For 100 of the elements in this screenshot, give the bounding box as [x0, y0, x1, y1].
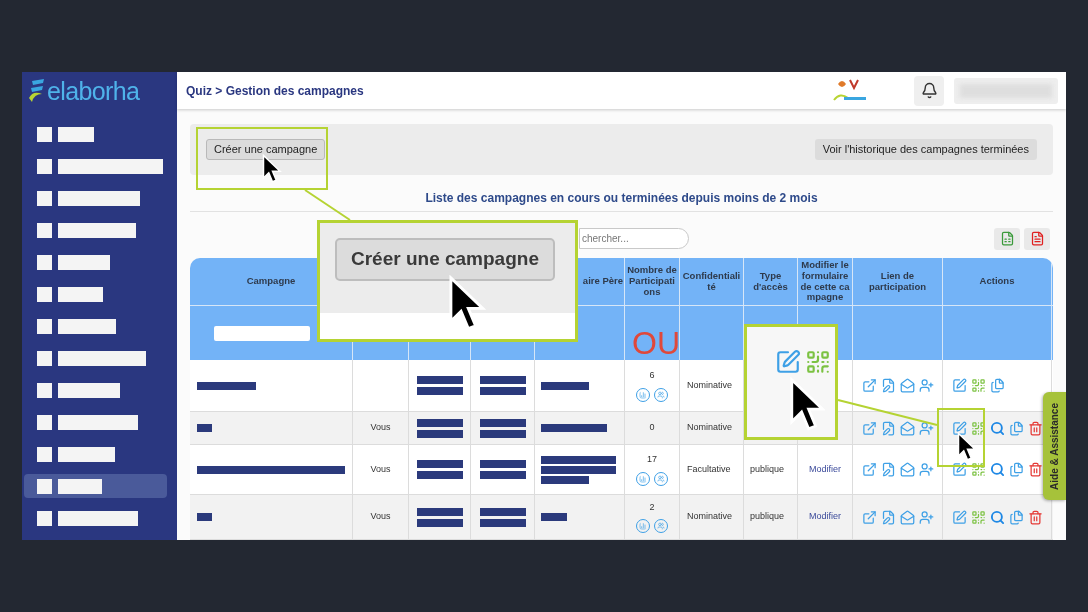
redacted-text [416, 460, 463, 468]
table-cell-text: Nominative [687, 378, 733, 392]
redacted-text [197, 513, 212, 521]
redacted-text [479, 376, 526, 384]
column-header[interactable]: Nombre de Participati ons [627, 265, 677, 298]
bell-icon [920, 82, 938, 99]
add-user-icon[interactable] [918, 378, 934, 393]
qr-code-icon[interactable] [971, 420, 986, 436]
redacted-text [541, 513, 567, 521]
sidebar-item[interactable] [24, 474, 167, 498]
redacted-text [479, 418, 526, 427]
column-header[interactable]: Modifier le formulaire de cette ca mpagne [800, 259, 850, 304]
redacted-text [197, 424, 212, 432]
help-tab[interactable]: Aide & Assistance [1043, 392, 1066, 500]
redacted-text [416, 387, 463, 395]
redacted-text [479, 507, 526, 516]
edit-icon [775, 349, 801, 375]
qr-code-icon[interactable] [971, 462, 986, 477]
search-icon[interactable] [990, 509, 1005, 525]
column-header[interactable]: aire Père [582, 276, 623, 287]
qr-code-icon[interactable] [971, 378, 986, 393]
logo-icon [28, 78, 46, 104]
redacted-text [541, 381, 589, 390]
history-button[interactable]: Voir l'historique des campagnes terminées [814, 139, 1037, 160]
cursor-icon [789, 377, 826, 433]
redacted-text [479, 518, 526, 527]
table-cell: Nominative [687, 510, 733, 524]
table-cell: Nominative [687, 421, 733, 435]
add-user-icon[interactable] [918, 509, 934, 525]
external-link-icon[interactable] [861, 462, 877, 477]
table-cell: Vous [370, 421, 391, 435]
table-cell: Vous [370, 510, 391, 524]
edit-icon[interactable] [952, 462, 967, 477]
external-link-icon[interactable] [861, 378, 877, 393]
copy-icon[interactable] [990, 378, 1005, 393]
copy-icon[interactable] [1009, 462, 1024, 477]
redacted-text [479, 471, 526, 479]
table-cell-text: Vous [370, 462, 391, 476]
file-edit-icon[interactable] [880, 420, 896, 436]
delete-icon[interactable] [1028, 420, 1043, 436]
edit-icon[interactable] [952, 420, 967, 436]
breadcrumb: Quiz > Gestion des campagnes [186, 82, 364, 100]
table-cell: publique [750, 510, 785, 524]
copy-icon[interactable] [1009, 420, 1024, 436]
mail-icon[interactable] [899, 378, 915, 393]
redacted-text [479, 387, 526, 395]
excel-export-button[interactable] [994, 227, 1020, 250]
table-cell-text: Facultative [687, 462, 731, 476]
filter-field[interactable] [214, 325, 310, 341]
file-edit-icon[interactable] [880, 509, 896, 525]
modify-link[interactable]: Modifier [809, 462, 841, 477]
pdf-icon [1029, 231, 1045, 246]
qr-code-icon[interactable] [971, 509, 986, 525]
external-link-icon[interactable] [861, 420, 877, 436]
participant-count: 2 [649, 500, 655, 514]
mail-icon[interactable] [899, 420, 915, 436]
redacted-text [416, 429, 463, 438]
column-header[interactable]: Type d'accès [746, 270, 795, 293]
participant-count: 6 [649, 369, 655, 383]
participant-count: 17 [647, 453, 657, 467]
redacted-text [416, 507, 463, 516]
redacted-text [197, 381, 256, 390]
logo-text: elaborha [47, 78, 140, 104]
notification-button[interactable] [914, 75, 944, 106]
edit-icon[interactable] [952, 509, 967, 525]
participant-count: 0 [649, 421, 655, 435]
file-edit-icon[interactable] [880, 462, 896, 477]
mail-icon[interactable] [899, 462, 915, 477]
list-title: Liste des campagnes en cours ou terminées depuis moins de 2 mois [425, 190, 818, 207]
modify-link[interactable]: Modifier [809, 510, 841, 524]
redacted-text [416, 376, 463, 384]
cursor-icon [262, 154, 282, 184]
create-campaign-button[interactable]: Créer une campagne [206, 139, 326, 160]
redacted-text [416, 518, 463, 527]
pdf-export-button[interactable] [1024, 227, 1050, 250]
search-icon[interactable] [990, 420, 1005, 436]
redacted-text [541, 424, 607, 432]
annotation-text: OU [632, 327, 680, 359]
qr-code-icon [805, 349, 831, 375]
search-field[interactable]: chercher... [579, 228, 689, 249]
table-cell-text: publique [750, 462, 785, 476]
file-edit-icon[interactable] [880, 378, 896, 393]
column-header[interactable]: Actions [979, 276, 1015, 287]
redacted-text [416, 471, 463, 479]
delete-icon[interactable] [1028, 462, 1043, 477]
redacted-text [479, 429, 526, 438]
column-header[interactable]: Lien de participation [855, 270, 940, 293]
column-header[interactable]: Campagne [246, 276, 296, 287]
delete-icon[interactable] [1028, 509, 1043, 525]
edit-icon[interactable] [952, 378, 967, 393]
column-header[interactable]: Confidentiali té [682, 270, 741, 293]
add-user-icon[interactable] [918, 420, 934, 436]
search-icon[interactable] [990, 462, 1005, 477]
external-link-icon[interactable] [861, 509, 877, 525]
spreadsheet-icon [999, 231, 1015, 246]
redacted-text [416, 418, 463, 427]
add-user-icon[interactable] [918, 462, 934, 477]
mail-icon[interactable] [899, 509, 915, 525]
redacted-text [479, 460, 526, 468]
copy-icon[interactable] [1009, 509, 1024, 525]
